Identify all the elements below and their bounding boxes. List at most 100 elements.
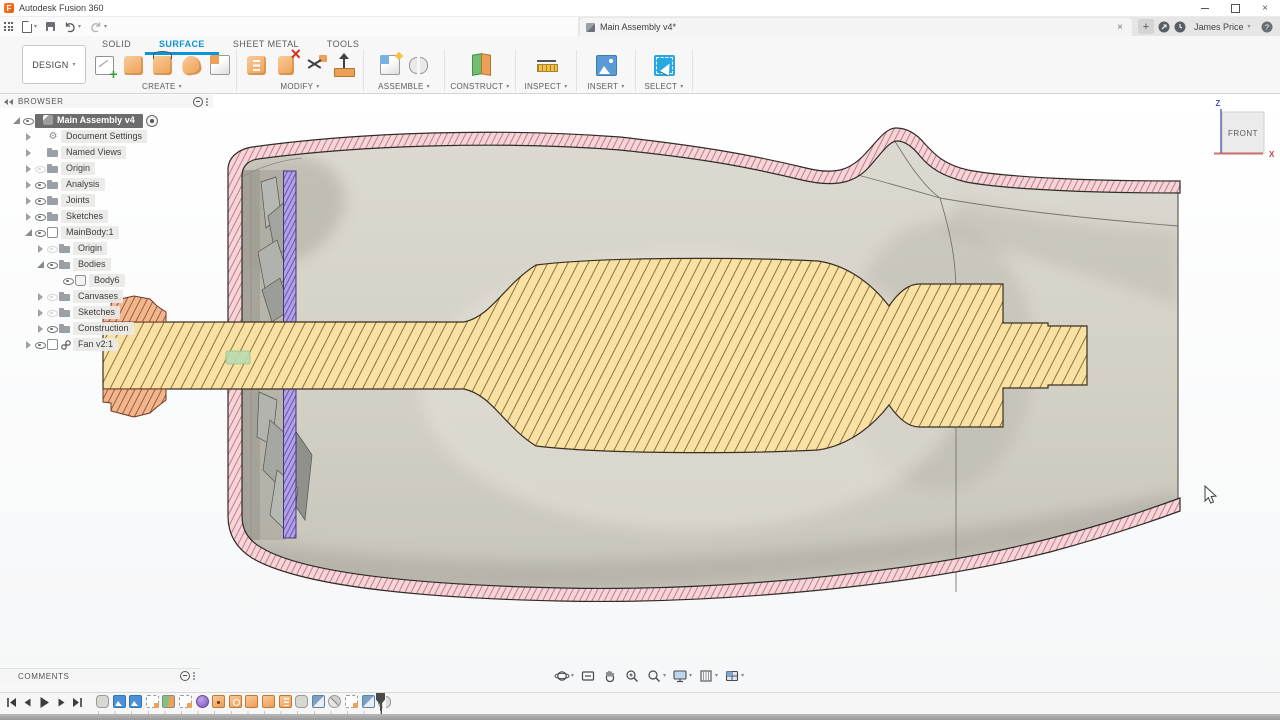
feature-form-icon[interactable] (195, 695, 209, 708)
feature-hole-icon[interactable] (212, 695, 226, 708)
visibility-eye-icon[interactable] (34, 179, 46, 190)
tree-row[interactable]: Sketches (36, 305, 121, 320)
visibility-eye-icon[interactable] (46, 259, 58, 270)
display-settings-button[interactable]: ▾ (670, 668, 694, 684)
help-icon[interactable]: ? (1261, 21, 1273, 33)
browser-grip[interactable] (206, 97, 209, 106)
job-status-icon[interactable] (1158, 21, 1170, 33)
select-menu[interactable]: SELECT ▾ (644, 82, 683, 91)
expand-icon[interactable] (24, 196, 33, 205)
visibility-eye-icon[interactable] (22, 115, 34, 126)
grid-settings-button[interactable]: ▾ (696, 668, 720, 684)
tree-row[interactable]: Bodies (36, 257, 111, 272)
collapse-browser-icon[interactable] (4, 98, 14, 105)
sweep-button[interactable] (178, 51, 205, 79)
feature-plane-icon[interactable] (162, 695, 176, 708)
extend-button[interactable] (330, 51, 357, 79)
feature-sketch-icon[interactable] (178, 695, 192, 708)
modify-menu[interactable]: MODIFY ▾ (280, 82, 319, 91)
undo-button[interactable]: ▾ (64, 21, 81, 33)
expand-icon[interactable] (36, 308, 45, 317)
notification-clock-icon[interactable] (1174, 21, 1186, 33)
tree-row[interactable]: Body6 (62, 273, 125, 288)
visibility-eye-icon[interactable] (34, 211, 46, 222)
save-button[interactable] (46, 22, 56, 31)
feature-revolve-icon[interactable] (228, 695, 242, 708)
browser-header[interactable]: BROWSER (0, 95, 213, 108)
fit-button[interactable]: ▾ (644, 668, 668, 684)
assemble-menu[interactable]: ASSEMBLE ▾ (378, 82, 430, 91)
feature-extrude-icon[interactable] (261, 695, 275, 708)
timeline-go-to-end-button[interactable] (72, 697, 83, 708)
expand-icon[interactable] (12, 116, 21, 125)
expand-icon[interactable] (24, 132, 33, 141)
create-menu[interactable]: CREATE ▾ (142, 82, 182, 91)
press-pull-button[interactable] (243, 51, 270, 79)
expand-icon[interactable] (36, 324, 45, 333)
viewcube-face-label[interactable]: FRONT (1228, 129, 1258, 138)
expand-icon[interactable] (36, 292, 45, 301)
user-name[interactable]: James Price (1194, 22, 1244, 32)
tree-row[interactable]: Analysis (24, 177, 105, 192)
maximize-button[interactable] (1220, 0, 1250, 16)
tree-row[interactable]: Origin (36, 241, 108, 256)
timeline-play-button[interactable] (38, 696, 51, 709)
comments-grip[interactable] (193, 672, 196, 680)
timeline-go-to-start-button[interactable] (6, 697, 17, 708)
expand-icon[interactable] (24, 148, 33, 157)
revolve-button[interactable] (149, 51, 176, 79)
visibility-eye-icon[interactable] (34, 339, 46, 350)
tree-row[interactable]: Construction (36, 321, 134, 336)
feature-component-icon[interactable] (311, 695, 325, 708)
tree-row[interactable]: MainBody:1 (24, 225, 119, 240)
feature-patch-icon[interactable] (295, 695, 309, 708)
expand-icon[interactable] (24, 340, 33, 349)
new-document-button[interactable]: + (1138, 19, 1154, 34)
tree-row[interactable]: Fan v2:1 (24, 337, 119, 352)
measure-button[interactable] (533, 51, 560, 79)
delete-face-button[interactable] (272, 44, 301, 79)
visibility-eye-icon[interactable] (34, 227, 46, 238)
browser-options-icon[interactable] (193, 96, 203, 107)
tree-row[interactable]: Joints (24, 193, 95, 208)
close-tab-icon[interactable]: × (1114, 22, 1126, 33)
feature-sketch-icon[interactable] (344, 695, 358, 708)
feature-component-icon[interactable] (96, 695, 109, 708)
minimize-button[interactable] (1190, 0, 1220, 16)
new-component-button[interactable] (376, 51, 403, 79)
comments-options-icon[interactable] (180, 671, 190, 681)
expand-icon[interactable] (24, 180, 33, 189)
visibility-eye-icon[interactable] (46, 307, 58, 318)
file-menu-button[interactable]: ▾ (22, 20, 37, 33)
feature-rib-icon[interactable] (278, 695, 292, 708)
visibility-eye-icon[interactable] (62, 275, 74, 286)
create-sketch-button[interactable] (91, 51, 118, 82)
feature-component-icon[interactable] (361, 695, 375, 708)
tree-row[interactable]: Origin (24, 161, 96, 176)
close-window-button[interactable]: × (1250, 0, 1280, 16)
inspect-menu[interactable]: INSPECT ▾ (524, 82, 567, 91)
feature-extrude-icon[interactable] (245, 695, 259, 708)
visibility-eye-icon[interactable] (46, 291, 58, 302)
document-tab[interactable]: Main Assembly v4* × (580, 18, 1132, 36)
expand-icon[interactable] (36, 260, 45, 269)
redo-button[interactable]: ▾ (90, 21, 107, 33)
construction-plane-button[interactable] (467, 51, 494, 79)
feature-split-icon[interactable] (328, 695, 342, 708)
tree-row[interactable]: Sketches (24, 209, 109, 224)
patch-button[interactable] (207, 51, 234, 79)
visibility-eye-icon[interactable] (34, 163, 46, 174)
workspace-selector[interactable]: DESIGN ▾ (22, 45, 86, 84)
timeline-step-back-button[interactable] (22, 697, 33, 708)
feature-canvas-icon[interactable] (129, 695, 143, 708)
viewcube[interactable]: FRONT Z X (1214, 99, 1275, 159)
select-button[interactable] (651, 51, 678, 79)
expand-icon[interactable] (24, 212, 33, 221)
trim-button[interactable] (301, 51, 328, 79)
visibility-eye-icon[interactable] (34, 195, 46, 206)
insert-canvas-button[interactable] (593, 51, 620, 79)
tree-row[interactable]: Named Views (24, 145, 127, 160)
viewports-button[interactable]: ▾ (722, 668, 746, 684)
tree-row-root[interactable]: Main Assembly v4 (12, 113, 158, 128)
activate-component-radio[interactable] (145, 114, 158, 127)
